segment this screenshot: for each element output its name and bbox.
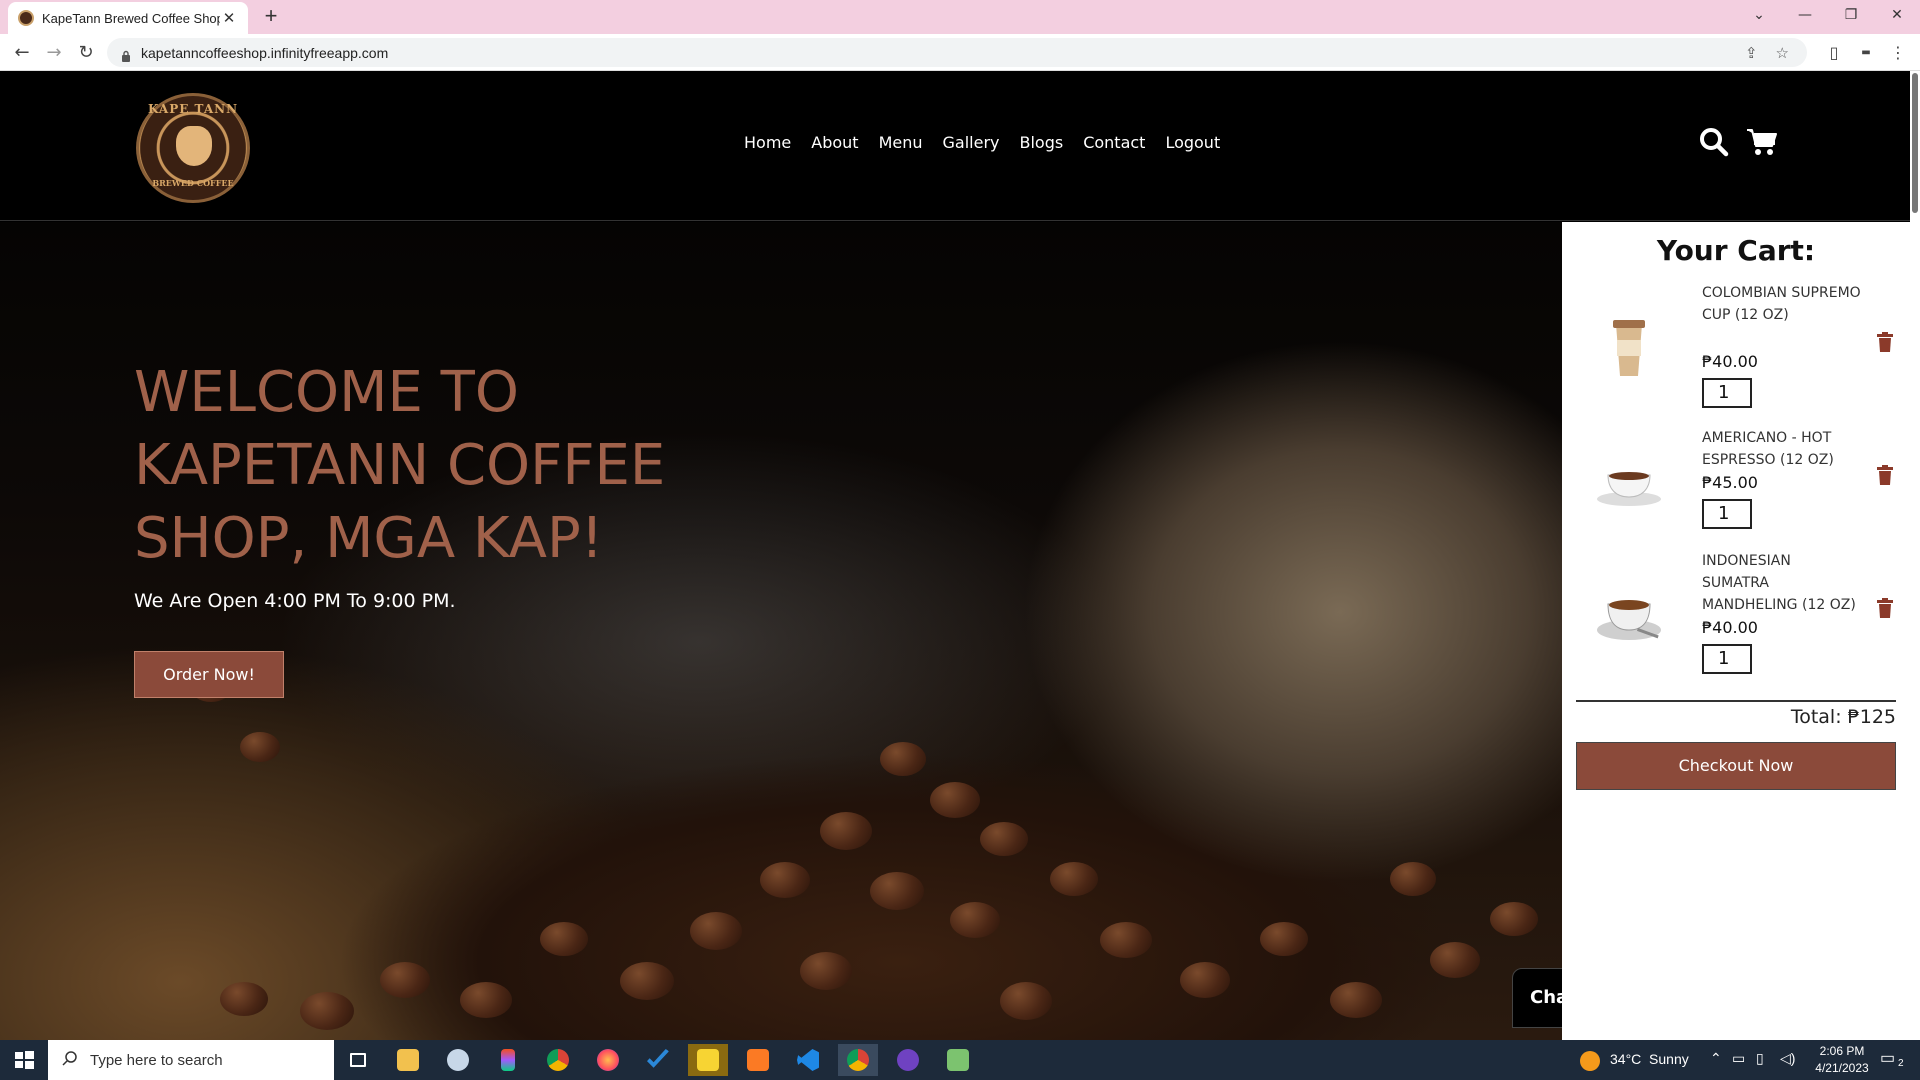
- espresso-cup-image: [1594, 447, 1664, 517]
- notifications-icon[interactable]: ▭: [1880, 1048, 1895, 1068]
- nav-contact[interactable]: Contact: [1083, 133, 1145, 152]
- tab-search-icon[interactable]: ⌄: [1736, 0, 1782, 30]
- reload-button[interactable]: ↻: [72, 39, 100, 67]
- cart-title: Your Cart:: [1656, 234, 1816, 267]
- xampp-icon[interactable]: [738, 1044, 778, 1076]
- github-desktop-icon[interactable]: [888, 1044, 928, 1076]
- cart-icon[interactable]: [1745, 125, 1779, 159]
- nav-home[interactable]: Home: [744, 133, 791, 152]
- tray-chevron-icon[interactable]: ⌃: [1710, 1050, 1722, 1067]
- cart-item-price: ₱40.00: [1702, 352, 1758, 371]
- taskbar-search[interactable]: Type here to search: [48, 1040, 334, 1080]
- share-icon[interactable]: ⇪: [1745, 44, 1758, 62]
- trash-icon[interactable]: [1876, 465, 1894, 485]
- quantity-input[interactable]: 1: [1702, 499, 1752, 529]
- extension-icon[interactable]: ▬: [1852, 39, 1880, 67]
- scrollbar-thumb[interactable]: [1912, 73, 1918, 213]
- taskbar-search-placeholder: Type here to search: [90, 1051, 223, 1069]
- notification-count: 2: [1898, 1058, 1904, 1069]
- nav-logout[interactable]: Logout: [1165, 133, 1220, 152]
- logo-mascot-icon: [176, 126, 212, 166]
- opening-hours: We Are Open 4:00 PM To 9:00 PM.: [134, 590, 456, 612]
- cart-item-price: ₱40.00: [1702, 618, 1758, 637]
- coffee-cup-image: [1594, 312, 1664, 382]
- chrome-icon[interactable]: [538, 1044, 578, 1076]
- close-tab-icon[interactable]: ✕: [220, 9, 238, 27]
- network-icon[interactable]: ▭: [1732, 1050, 1745, 1067]
- logo-bottom-text: BREWED COFFEE: [152, 178, 234, 188]
- windows-taskbar: Type here to search 34°C Sunny ⌃ ▭ ▯ ◁) …: [0, 1040, 1920, 1080]
- browser-menu-icon[interactable]: ⋮: [1884, 39, 1912, 67]
- clock-date[interactable]: 4/21/2023: [1806, 1061, 1878, 1075]
- sticky-notes-icon[interactable]: [688, 1044, 728, 1076]
- order-now-button[interactable]: Order Now!: [134, 651, 284, 698]
- volume-icon[interactable]: ◁): [1780, 1050, 1795, 1067]
- site-favicon-icon: [18, 10, 34, 26]
- page-scrollbar[interactable]: [1910, 71, 1920, 1040]
- chat-widget-tab[interactable]: Cha: [1512, 968, 1562, 1028]
- windows-start-icon[interactable]: [0, 1040, 48, 1080]
- url-text: kapetanncoffeeshop.infinityfreeapp.com: [141, 44, 389, 61]
- restore-button[interactable]: ❐: [1828, 0, 1874, 30]
- trash-icon[interactable]: [1876, 598, 1894, 618]
- cart-total: Total: ₱125: [1790, 706, 1896, 728]
- close-window-button[interactable]: ✕: [1874, 0, 1920, 30]
- nav-blogs[interactable]: Blogs: [1019, 133, 1063, 152]
- back-button[interactable]: ←: [8, 39, 36, 67]
- tab-title: KapeTann Brewed Coffee Shop: [42, 10, 220, 26]
- browser-tab-strip: KapeTann Brewed Coffee Shop ✕ + ⌄ — ❐ ✕: [0, 0, 1920, 34]
- address-bar[interactable]: kapetanncoffeeshop.infinityfreeapp.com ⇪…: [107, 38, 1807, 67]
- browser-tab[interactable]: KapeTann Brewed Coffee Shop ✕: [8, 2, 248, 34]
- side-panel-icon[interactable]: ▯: [1820, 39, 1848, 67]
- notepad-icon[interactable]: [938, 1044, 978, 1076]
- logo-top-text: KAPE TANN: [147, 102, 239, 116]
- clock-time[interactable]: 2:06 PM: [1806, 1044, 1878, 1058]
- new-tab-button[interactable]: +: [258, 4, 284, 30]
- main-nav: Home About Menu Gallery Blogs Contact Lo…: [744, 133, 1240, 152]
- nav-gallery[interactable]: Gallery: [943, 133, 1000, 152]
- vscode-icon[interactable]: [788, 1044, 828, 1076]
- firefox-icon[interactable]: [588, 1044, 628, 1076]
- search-icon[interactable]: [1697, 125, 1731, 159]
- kapetann-logo[interactable]: KAPE TANN BREWED COFFEE: [136, 93, 250, 203]
- task-view-icon[interactable]: [338, 1044, 378, 1076]
- chrome-active-icon[interactable]: [838, 1044, 878, 1076]
- web-page: KAPE TANN BREWED COFFEE Home About Menu …: [0, 71, 1920, 1040]
- cart-panel: Your Cart: COLOMBIAN SUPREMO CUP (12 OZ)…: [1562, 222, 1910, 1040]
- cart-item-name: COLOMBIAN SUPREMO CUP (12 OZ): [1702, 285, 1861, 323]
- hero-banner: WELCOME TO KAPETANN COFFEE SHOP, MGA KAP…: [0, 222, 1562, 1040]
- cart-divider: [1576, 700, 1896, 702]
- quantity-input[interactable]: 1: [1702, 378, 1752, 408]
- forward-button[interactable]: →: [40, 39, 68, 67]
- site-header: KAPE TANN BREWED COFFEE Home About Menu …: [0, 71, 1910, 221]
- browser-toolbar: ← → ↻ kapetanncoffeeshop.infinityfreeapp…: [0, 34, 1920, 71]
- search-icon: [62, 1050, 78, 1070]
- cart-item-name: INDONESIAN SUMATRA MANDHELING (12 OZ): [1702, 553, 1856, 613]
- hero-title: WELCOME TO KAPETANN COFFEE SHOP, MGA KAP…: [134, 360, 666, 571]
- cart-item-price: ₱45.00: [1702, 473, 1758, 492]
- bookmark-star-icon[interactable]: ☆: [1776, 44, 1789, 62]
- weather-icon: [1580, 1051, 1600, 1071]
- checkout-button[interactable]: Checkout Now: [1576, 742, 1896, 790]
- todo-icon[interactable]: [638, 1044, 678, 1076]
- nav-about[interactable]: About: [811, 133, 858, 152]
- minimize-button[interactable]: —: [1782, 0, 1828, 30]
- snipping-tool-icon[interactable]: [438, 1044, 478, 1076]
- nav-menu[interactable]: Menu: [879, 133, 923, 152]
- cart-item-name: AMERICANO - HOT ESPRESSO (12 OZ): [1702, 430, 1834, 468]
- quantity-input[interactable]: 1: [1702, 644, 1752, 674]
- figma-icon[interactable]: [488, 1044, 528, 1076]
- file-explorer-icon[interactable]: [388, 1044, 428, 1076]
- battery-icon[interactable]: ▯: [1756, 1050, 1764, 1067]
- weather-text[interactable]: 34°C Sunny: [1610, 1051, 1689, 1067]
- sumatra-cup-image: [1594, 580, 1664, 650]
- trash-icon[interactable]: [1876, 332, 1894, 352]
- lock-icon: [121, 47, 131, 62]
